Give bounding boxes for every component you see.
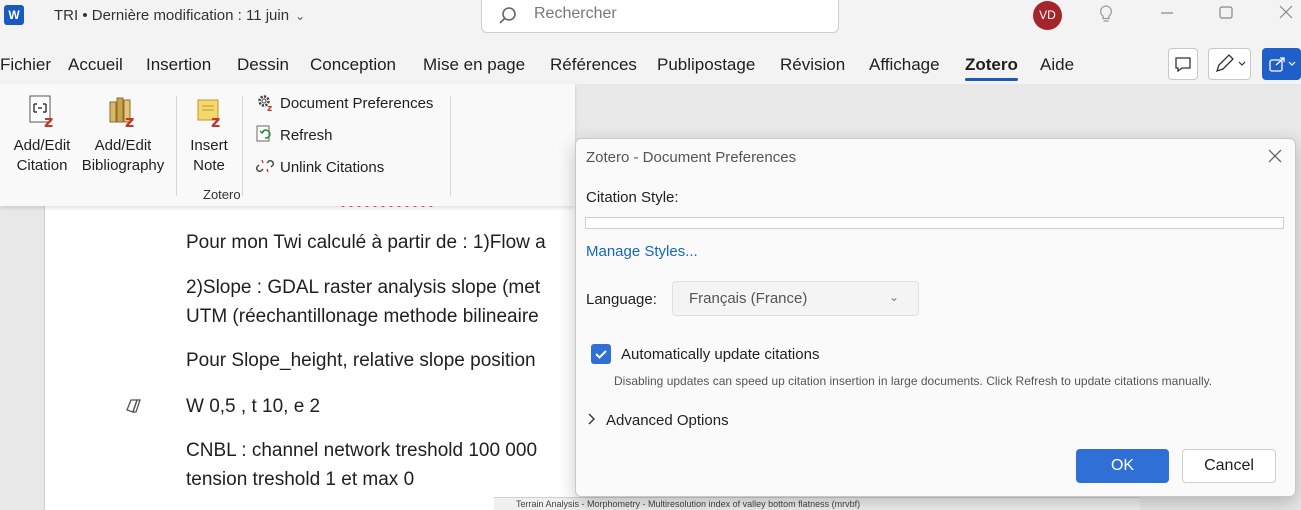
insert-note-button[interactable]: z Insert Note — [184, 94, 234, 176]
doc-line: 2)Slope : GDAL raster analysis slope (me… — [186, 277, 541, 298]
unlink-icon — [256, 159, 274, 173]
chevron-right-icon[interactable] — [586, 412, 598, 429]
manage-styles-link[interactable]: Manage Styles... — [586, 243, 698, 260]
doc-line: UTM (réechantillonage methode bilineaire — [186, 306, 539, 327]
lightbulb-icon[interactable] — [1094, 4, 1118, 28]
doc-line: CNBL : channel network treshold 100 000 — [186, 440, 538, 461]
gear-icon: z — [258, 95, 272, 111]
checkmark-icon — [595, 350, 607, 359]
search-box[interactable]: Rechercher — [481, 0, 839, 33]
tab-dessin[interactable]: Dessin — [237, 55, 289, 75]
unlink-citations-label: Unlink Citations — [280, 159, 385, 176]
language-value: Français (France) — [689, 290, 808, 307]
minimize-icon[interactable] — [1155, 4, 1179, 28]
doc-line: Pour Slope_height, relative slope positi… — [186, 350, 536, 371]
tab-affichage[interactable]: Affichage — [869, 55, 940, 75]
maximize-icon[interactable] — [1214, 4, 1238, 28]
title-bar: W TRI • Dernière modification : 11 juin ⌄… — [0, 0, 1301, 44]
search-icon — [499, 7, 516, 24]
note-icon: z — [197, 99, 220, 131]
auto-update-checkbox[interactable] — [591, 344, 611, 364]
unlink-citations-button[interactable]: Unlink Citations — [256, 157, 384, 176]
add-edit-bibliography-button[interactable]: z Add/Edit Bibliography — [78, 94, 168, 176]
svg-text:z: z — [125, 112, 134, 128]
chevron-down-icon: ⌄ — [295, 9, 306, 23]
refresh-button[interactable]: Refresh — [256, 125, 333, 144]
copilot-icon[interactable] — [124, 396, 144, 416]
insert-note-line2: Note — [193, 157, 225, 174]
close-icon[interactable] — [1266, 147, 1284, 165]
doc-line: W 0,5 , t 10, e 2 — [186, 396, 321, 417]
ribbon-group-label: Zotero — [203, 187, 241, 202]
tab-fichier[interactable]: Fichier — [0, 55, 51, 75]
svg-text:z: z — [267, 104, 272, 111]
refresh-icon — [256, 125, 271, 142]
avatar[interactable]: VD — [1033, 1, 1062, 30]
document-title[interactable]: TRI • Dernière modification : 11 juin ⌄ — [54, 7, 305, 24]
ok-button[interactable]: OK — [1076, 449, 1169, 483]
background-window-title: Terrain Analysis - Morphometry - Multire… — [516, 499, 861, 509]
add-edit-bibliography-line2: Bibliography — [81, 157, 165, 174]
document-preferences-button[interactable]: z Document Preferences — [256, 93, 433, 112]
share-icon — [1269, 57, 1296, 72]
doc-line: tension treshold 1 et max 0 — [186, 469, 415, 490]
citation-icon: z — [29, 95, 53, 131]
ribbon-separator — [242, 96, 243, 196]
tab-accueil[interactable]: Accueil — [68, 55, 123, 75]
document-title-text: TRI • Dernière modification : 11 juin — [54, 7, 290, 24]
add-edit-citation-button[interactable]: z Add/Edit Citation — [10, 94, 74, 176]
bibliography-icon: z — [109, 97, 134, 131]
cancel-button[interactable]: Cancel — [1182, 449, 1276, 483]
tab-revision[interactable]: Révision — [780, 55, 845, 75]
close-icon[interactable] — [1274, 4, 1298, 28]
document-preferences-dialog: Zotero - Document Preferences Citation S… — [575, 138, 1296, 497]
citation-style-label: Citation Style: — [586, 189, 679, 206]
dialog-title: Zotero - Document Preferences — [586, 149, 797, 166]
auto-update-label[interactable]: Automatically update citations — [621, 346, 819, 363]
tab-publipostage[interactable]: Publipostage — [657, 55, 755, 75]
tab-mise-en-page[interactable]: Mise en page — [423, 55, 525, 75]
insert-note-line1: Insert — [190, 137, 228, 154]
add-edit-citation-line2: Citation — [16, 157, 68, 174]
comment-icon — [1175, 57, 1191, 73]
comments-button[interactable] — [1168, 48, 1198, 80]
tab-insertion[interactable]: Insertion — [146, 55, 211, 75]
refresh-label: Refresh — [280, 127, 333, 144]
tab-zotero[interactable]: Zotero — [965, 55, 1018, 81]
background-window-strip[interactable]: Terrain Analysis - Morphometry - Multire… — [494, 497, 1140, 510]
advanced-options-toggle[interactable]: Advanced Options — [606, 412, 729, 429]
svg-text:z: z — [44, 112, 53, 128]
chevron-down-icon: ⌄ — [889, 290, 900, 304]
add-edit-citation-line1: Add/Edit — [13, 137, 71, 154]
auto-update-hint: Disabling updates can speed up citation … — [614, 374, 1213, 388]
ribbon-tabs: Fichier Accueil Insertion Dessin Concept… — [0, 44, 1301, 84]
ribbon-separator — [176, 96, 177, 196]
ribbon-separator — [450, 96, 451, 196]
word-app-icon[interactable]: W — [4, 5, 24, 25]
tab-aide[interactable]: Aide — [1040, 55, 1074, 75]
tab-references[interactable]: Références — [550, 55, 637, 75]
language-label: Language: — [586, 291, 657, 308]
zotero-ribbon: z Add/Edit Citation z Add/Edit Bibliogra… — [0, 84, 575, 206]
language-select[interactable]: Français (France) ⌄ — [672, 281, 919, 316]
editing-mode-button[interactable] — [1208, 48, 1251, 80]
share-button[interactable] — [1262, 48, 1301, 80]
tab-conception[interactable]: Conception — [310, 55, 396, 75]
add-edit-bibliography-line1: Add/Edit — [94, 137, 152, 154]
doc-line: Pour mon Twi calculé à partir de : 1)Flo… — [186, 232, 546, 253]
document-preferences-label: Document Preferences — [280, 95, 434, 112]
search-placeholder: Rechercher — [534, 5, 617, 22]
pencil-icon — [1215, 54, 1246, 73]
citation-style-list[interactable] — [585, 217, 1284, 229]
svg-text:z: z — [211, 112, 220, 128]
